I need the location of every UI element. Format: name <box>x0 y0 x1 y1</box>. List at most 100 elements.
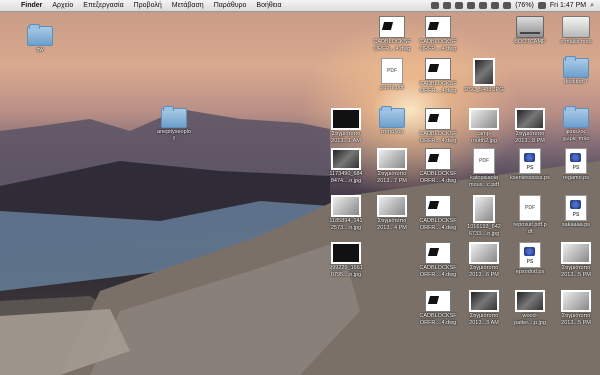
image-file-icon[interactable] <box>469 242 499 264</box>
desktop-icon-label[interactable]: 999229_1661 0795....n.jpg <box>322 265 370 278</box>
desktop-icon[interactable]: CADBLOCKSF ORFR....4.dwg <box>368 16 416 52</box>
image-file-icon[interactable] <box>469 290 499 312</box>
flag-icon[interactable] <box>537 2 546 9</box>
desktop-icon[interactable]: DSC_5488.JPG <box>460 58 508 94</box>
dwg-file-icon[interactable] <box>425 242 451 264</box>
spotlight-search-icon[interactable]: ⌕ <box>590 0 594 11</box>
desktop-icon[interactable]: CADBLOCKSF ORFR....4.dwg <box>414 58 462 94</box>
desktop-icon[interactable]: Στιγμιότυπο 2013...7 PM <box>368 148 416 184</box>
desktop-icon-label[interactable]: CADBLOCKSF ORFR....4.dwg <box>414 265 462 278</box>
desktop-icon-label[interactable]: anepityxeoplo f <box>150 129 198 142</box>
desktop-icon-label[interactable]: Στιγμιότυπο 2013...5 PM <box>552 265 600 278</box>
desktop-icon-label[interactable]: Στιγμιότυπο 2013...3 AM <box>460 313 508 326</box>
desktop-icon[interactable]: regamo.ps <box>552 148 600 182</box>
desktop-icon-label[interactable]: 1173490_684 8474....n.jpg <box>322 171 370 184</box>
image-file-icon[interactable] <box>515 290 545 312</box>
desktop-icon[interactable]: kseniessssss.ps <box>506 148 554 182</box>
image-file-icon[interactable] <box>561 290 591 312</box>
desktop-icon-label[interactable]: CADBLOCKSF ORFR....4.dwg <box>414 81 462 94</box>
clock[interactable]: Fri 1:47 PM <box>550 0 586 11</box>
dwg-file-icon[interactable] <box>425 16 451 38</box>
desktop-icon-label[interactable]: sakaaaa.ps <box>552 222 600 229</box>
desktop-icon[interactable]: Στιγμιότυπο 2013...5 PM <box>552 290 600 326</box>
desktop-icon-label[interactable]: φάκελος χωρίς τίτλο <box>552 129 600 142</box>
desktop-icon-label[interactable]: BOOTCAMP <box>506 39 554 46</box>
menu-view[interactable]: Προβολή <box>129 0 167 11</box>
desktop-icon-label[interactable]: katopsiaola mous...c.pdf <box>460 175 508 188</box>
image-file-icon[interactable] <box>377 148 407 170</box>
desktop-icon[interactable]: anepityxeoplo f <box>150 106 198 142</box>
desktop-icon[interactable]: Στιγμιότυπο 2013...1 AM <box>322 108 370 144</box>
desktop-icon[interactable]: 1016193_642 6733....n.jpg <box>460 195 508 237</box>
desktop-icon-label[interactable]: Στιγμιότυπο 2013...7 PM <box>368 171 416 184</box>
desktop-icon[interactable]: Στιγμιότυπο 2013...3 AM <box>460 290 508 326</box>
desktop-icon[interactable]: katopsiaola mous...c.pdf <box>460 148 508 188</box>
desktop-icon[interactable]: sakaaaa.ps <box>552 195 600 229</box>
photoshop-file-icon[interactable] <box>519 242 541 268</box>
menu-go[interactable]: Μετάβαση <box>167 0 209 11</box>
skype-icon[interactable] <box>431 2 440 9</box>
desktop-icon-label[interactable]: DSC_5488.JPG <box>460 87 508 94</box>
desktop-icon[interactable]: reposuit.pdf.p df <box>506 195 554 235</box>
desktop-icon-label[interactable]: CADBLOCKSF ORFR....4.dwg <box>414 39 462 52</box>
desktop-icon[interactable]: Στιγμιότυπο 2013...8 PM <box>506 108 554 144</box>
desktop-icon[interactable]: φάκελος χωρίς τίτλο <box>552 106 600 142</box>
photoshop-file-icon[interactable] <box>565 148 587 174</box>
desktop-icon-label[interactable]: CADBLOCKSF ORFR....4.dwg <box>414 218 462 231</box>
desktop-icon-label[interactable]: ρουπι.pdf <box>368 85 416 92</box>
hard-drive-icon[interactable] <box>516 16 544 38</box>
pdf-file-icon[interactable] <box>519 195 541 221</box>
desktop-icon[interactable]: CADBLOCKSF ORFR....4.dwg <box>414 242 462 278</box>
desktop-icon-label[interactable]: kseniessssss.ps <box>506 175 554 182</box>
desktop-icon[interactable]: Στιγμιότυπο 2013...4 PM <box>368 195 416 231</box>
image-file-icon[interactable] <box>469 108 499 130</box>
photoshop-file-icon[interactable] <box>519 148 541 174</box>
pdf-file-icon[interactable] <box>473 148 495 174</box>
image-file-icon[interactable] <box>473 195 495 223</box>
desktop-icon[interactable]: Στιγμιότυπο 2013...5 PM <box>552 242 600 278</box>
dwg-file-icon[interactable] <box>425 108 451 130</box>
desktop-icon[interactable]: CADBLOCKSF ORFR....4.dwg <box>414 16 462 52</box>
image-file-icon[interactable] <box>561 242 591 264</box>
desktop-icon-label[interactable]: CADBLOCKSF ORFR....4.dwg <box>414 131 462 144</box>
desktop-icon-label[interactable]: regamo.ps <box>552 175 600 182</box>
menu-edit[interactable]: Επεξεργασία <box>78 0 128 11</box>
wifi-icon[interactable] <box>479 2 488 9</box>
desktop-icon[interactable]: BOOTCAMP <box>506 16 554 46</box>
dwg-file-icon[interactable] <box>425 58 451 80</box>
pdf-file-icon[interactable] <box>381 58 403 84</box>
folder-icon[interactable] <box>563 56 589 78</box>
desktop-icon-label[interactable]: o makis mou <box>552 39 600 46</box>
desktop-icon-label[interactable]: epsodod.ps <box>506 269 554 276</box>
desktop-icon-label[interactable]: Στιγμιότυπο 2013...1 AM <box>322 131 370 144</box>
image-file-icon[interactable] <box>331 195 361 217</box>
desktop-icon-label[interactable]: CADBLOCKSF ORFR....4.dwg <box>414 171 462 184</box>
desktop-icon-label[interactable]: Στιγμιότυπο 2013...5 PM <box>552 313 600 326</box>
folder-icon[interactable] <box>563 106 589 128</box>
image-file-icon[interactable] <box>473 58 495 86</box>
desktop-icon-label[interactable]: Στιγμιότυπο 2013...8 PM <box>506 131 554 144</box>
desktop-icon-label[interactable]: reposuit.pdf.p df <box>506 222 554 235</box>
dwg-file-icon[interactable] <box>425 290 451 312</box>
time-machine-icon[interactable] <box>455 2 464 9</box>
image-file-icon[interactable] <box>377 195 407 217</box>
desktop-icon[interactable]: CADBLOCKSF ORFR....4.dwg <box>414 290 462 326</box>
desktop-icon-label[interactable]: CADBLOCKSF ORFR....4.dwg <box>368 39 416 52</box>
desktop-icon[interactable]: στιπάλου <box>368 106 416 136</box>
desktop-icon[interactable]: qw <box>16 24 64 54</box>
dwg-file-icon[interactable] <box>425 195 451 217</box>
image-file-icon[interactable] <box>331 148 361 170</box>
volume-icon[interactable] <box>491 2 500 9</box>
image-file-icon[interactable] <box>331 242 361 264</box>
image-file-icon[interactable] <box>515 108 545 130</box>
desktop-icon[interactable]: Στιγμιότυπο 2013...6 PM <box>460 242 508 278</box>
battery-icon[interactable] <box>503 2 512 9</box>
desktop-icon[interactable]: CADBLOCKSF ORFR....4.dwg <box>414 148 462 184</box>
desktop-icon-label[interactable]: camp- routth2.jpg <box>460 131 508 144</box>
folder-icon[interactable] <box>27 24 53 46</box>
dwg-file-icon[interactable] <box>379 16 405 38</box>
desktop-icon[interactable]: desktop 7 <box>552 56 600 86</box>
folder-icon[interactable] <box>161 106 187 128</box>
desktop-icon[interactable]: CADBLOCKSF ORFR....4.dwg <box>414 108 462 144</box>
photoshop-file-icon[interactable] <box>565 195 587 221</box>
